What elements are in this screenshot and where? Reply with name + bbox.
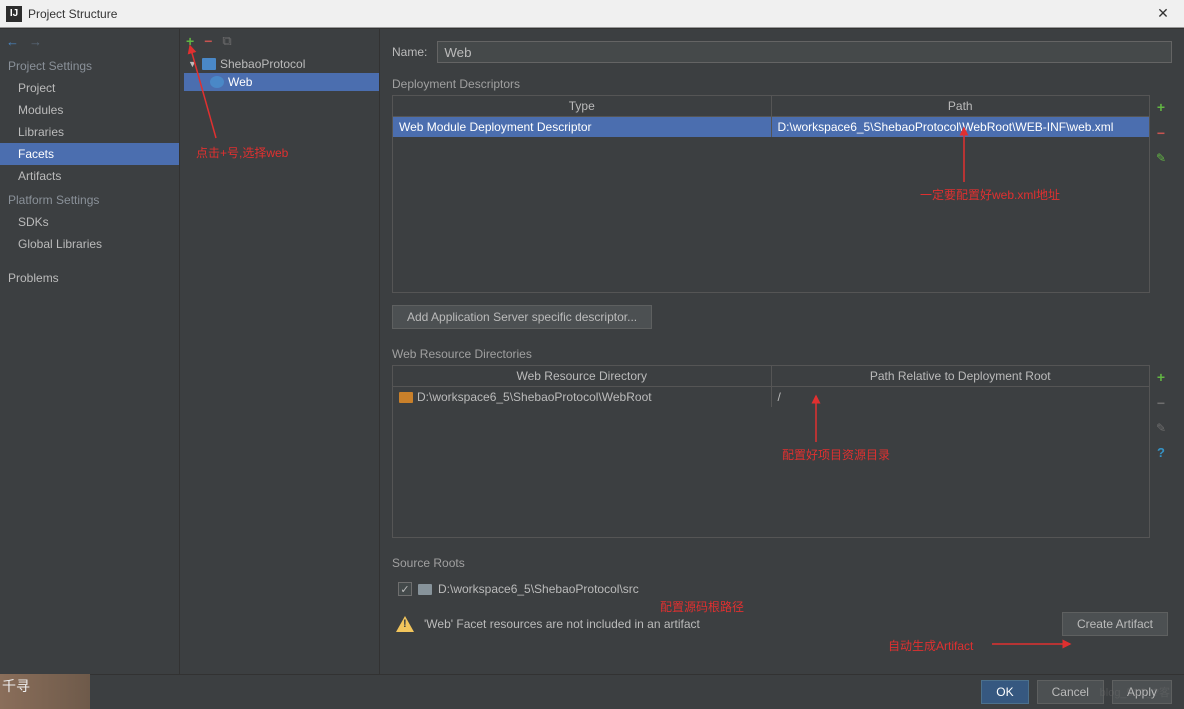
remove-facet-icon[interactable]: − bbox=[204, 33, 212, 49]
copy-icon[interactable]: ⧉ bbox=[222, 33, 231, 49]
sidebar-item-artifacts[interactable]: Artifacts bbox=[0, 165, 179, 187]
section-project-settings: Project Settings bbox=[0, 53, 179, 77]
close-icon[interactable]: ✕ bbox=[1148, 5, 1178, 22]
deploy-type-cell: Web Module Deployment Descriptor bbox=[393, 117, 772, 137]
ok-button[interactable]: OK bbox=[981, 680, 1028, 704]
source-checkbox[interactable] bbox=[398, 582, 412, 596]
deploy-remove-icon[interactable]: − bbox=[1157, 125, 1165, 141]
webres-th-rel: Path Relative to Deployment Root bbox=[772, 366, 1150, 386]
avatar-text: 千寻 bbox=[2, 676, 30, 696]
facet-name-input[interactable] bbox=[437, 41, 1172, 63]
facet-tree: ▼ ShebaoProtocol Web bbox=[180, 53, 379, 91]
module-icon bbox=[202, 58, 216, 70]
main-area: ← → Project Settings Project Modules Lib… bbox=[0, 28, 1184, 674]
avatar-watermark: 千寻 bbox=[0, 674, 90, 709]
warning-text: 'Web' Facet resources are not included i… bbox=[424, 617, 1052, 631]
section-platform-settings: Platform Settings bbox=[0, 187, 179, 211]
cancel-button[interactable]: Cancel bbox=[1037, 680, 1104, 704]
titlebar: IJ Project Structure ✕ bbox=[0, 0, 1184, 28]
folder-icon bbox=[418, 584, 432, 595]
webres-help-icon[interactable]: ? bbox=[1157, 445, 1165, 460]
tree-node-web[interactable]: Web bbox=[184, 73, 379, 91]
webres-rel-cell: / bbox=[772, 387, 1150, 407]
folder-icon bbox=[399, 392, 413, 403]
sidebar-item-facets[interactable]: Facets bbox=[0, 143, 179, 165]
deploy-add-icon[interactable]: + bbox=[1157, 99, 1165, 115]
add-server-descriptor-button[interactable]: Add Application Server specific descript… bbox=[392, 305, 652, 329]
deploy-row[interactable]: Web Module Deployment Descriptor D:\work… bbox=[393, 117, 1149, 137]
webres-remove-icon[interactable]: − bbox=[1157, 395, 1165, 411]
source-path: D:\workspace6_5\ShebaoProtocol\src bbox=[438, 582, 639, 596]
source-section-label: Source Roots bbox=[392, 556, 1172, 570]
apply-button[interactable]: Apply bbox=[1112, 680, 1172, 704]
name-label: Name: bbox=[392, 45, 427, 59]
sidebar-item-project[interactable]: Project bbox=[0, 77, 179, 99]
deploy-actions: + − ✎ bbox=[1150, 95, 1172, 301]
deploy-descriptors-table: Type Path Web Module Deployment Descript… bbox=[392, 95, 1150, 293]
expand-icon[interactable]: ▼ bbox=[188, 59, 198, 69]
sidebar-item-problems[interactable]: Problems bbox=[0, 267, 179, 289]
tree-node-root[interactable]: ▼ ShebaoProtocol bbox=[184, 55, 379, 73]
deploy-th-path: Path bbox=[772, 96, 1150, 116]
sidebar-item-modules[interactable]: Modules bbox=[0, 99, 179, 121]
forward-icon[interactable]: → bbox=[29, 34, 42, 49]
warning-row: 'Web' Facet resources are not included i… bbox=[392, 604, 1172, 644]
warning-icon bbox=[396, 616, 414, 632]
deploy-th-type: Type bbox=[393, 96, 772, 116]
webres-table: Web Resource Directory Path Relative to … bbox=[392, 365, 1150, 538]
webres-edit-icon[interactable]: ✎ bbox=[1156, 421, 1166, 435]
deploy-path-cell: D:\workspace6_5\ShebaoProtocol\WebRoot\W… bbox=[772, 117, 1150, 137]
webres-actions: + − ✎ ? bbox=[1150, 365, 1172, 546]
facet-tree-column: + − ⧉ ▼ ShebaoProtocol Web bbox=[180, 29, 380, 674]
sidebar-toolbar: ← → bbox=[0, 29, 179, 53]
sidebar-item-global-libraries[interactable]: Global Libraries bbox=[0, 233, 179, 255]
web-facet-icon bbox=[210, 76, 224, 88]
facet-content: Name: Deployment Descriptors Type Path W… bbox=[380, 29, 1184, 674]
deploy-section-label: Deployment Descriptors bbox=[392, 77, 1172, 91]
app-icon: IJ bbox=[6, 6, 22, 22]
back-icon[interactable]: ← bbox=[6, 34, 19, 49]
deploy-edit-icon[interactable]: ✎ bbox=[1156, 151, 1166, 165]
dialog-button-bar: 千寻 OK Cancel Apply blog_51C_?客 bbox=[0, 674, 1184, 709]
webres-row[interactable]: D:\workspace6_5\ShebaoProtocol\WebRoot / bbox=[393, 387, 1149, 407]
sidebar-item-libraries[interactable]: Libraries bbox=[0, 121, 179, 143]
tree-toolbar: + − ⧉ bbox=[180, 29, 379, 53]
tree-root-label: ShebaoProtocol bbox=[220, 57, 305, 71]
window-title: Project Structure bbox=[28, 7, 1148, 21]
webres-add-icon[interactable]: + bbox=[1157, 369, 1165, 385]
webres-th-dir: Web Resource Directory bbox=[393, 366, 772, 386]
add-facet-icon[interactable]: + bbox=[186, 33, 194, 49]
sidebar-item-sdks[interactable]: SDKs bbox=[0, 211, 179, 233]
webres-dir-cell: D:\workspace6_5\ShebaoProtocol\WebRoot bbox=[393, 387, 772, 407]
settings-sidebar: ← → Project Settings Project Modules Lib… bbox=[0, 29, 180, 674]
webres-section-label: Web Resource Directories bbox=[392, 347, 1172, 361]
create-artifact-button[interactable]: Create Artifact bbox=[1062, 612, 1168, 636]
webres-dir-text: D:\workspace6_5\ShebaoProtocol\WebRoot bbox=[417, 390, 652, 404]
source-root-row[interactable]: D:\workspace6_5\ShebaoProtocol\src bbox=[392, 574, 1172, 604]
tree-child-label: Web bbox=[228, 75, 252, 89]
